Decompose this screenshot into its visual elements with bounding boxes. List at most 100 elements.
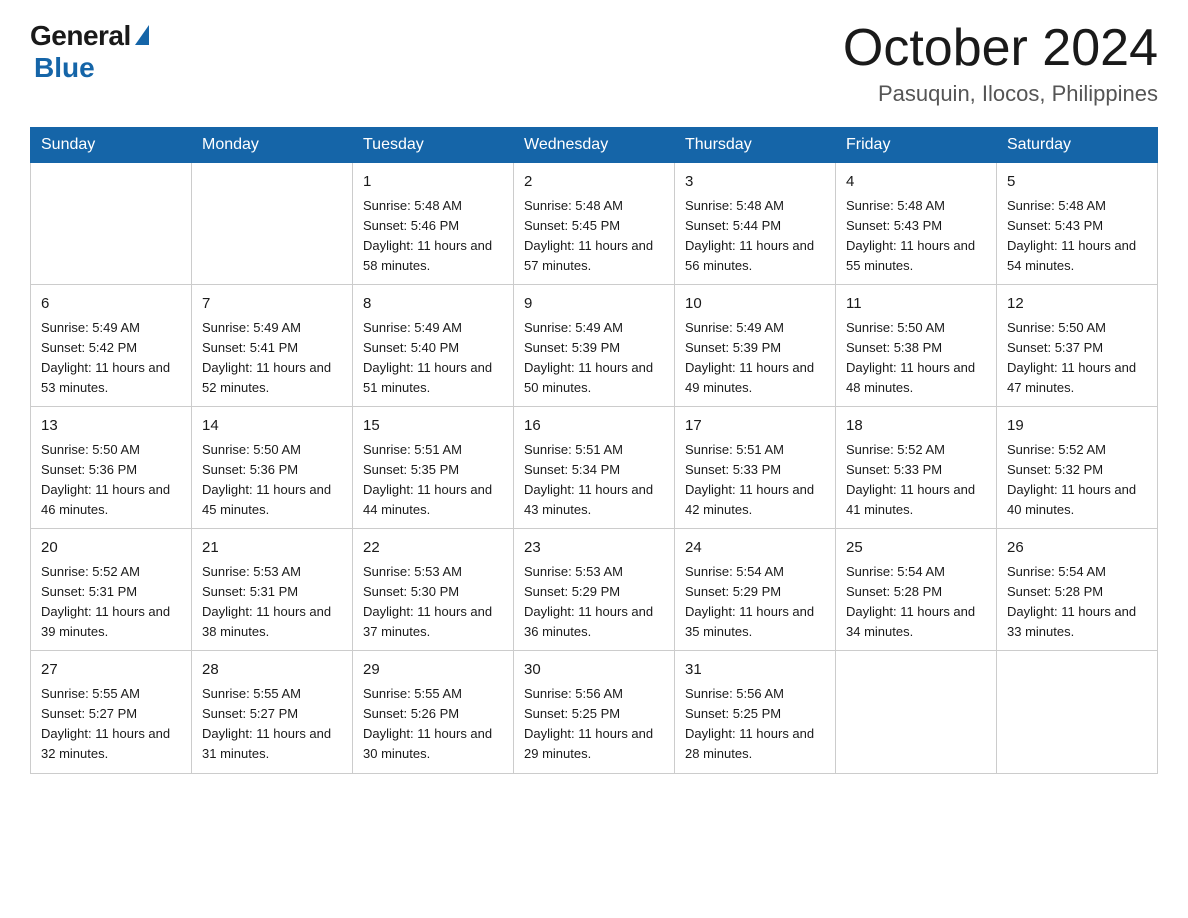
column-header-thursday: Thursday: [675, 128, 836, 163]
calendar-cell: 20 Sunrise: 5:52 AMSunset: 5:31 PMDayligh…: [31, 529, 192, 651]
column-header-saturday: Saturday: [997, 128, 1158, 163]
calendar-cell: 24 Sunrise: 5:54 AMSunset: 5:29 PMDayligh…: [675, 529, 836, 651]
day-number: 17: [685, 415, 825, 438]
calendar-week-row: 6 Sunrise: 5:49 AMSunset: 5:42 PMDaylight…: [31, 285, 1158, 407]
day-info: Sunrise: 5:49 AMSunset: 5:39 PMDaylight:…: [524, 320, 653, 395]
day-number: 7: [202, 293, 342, 316]
day-number: 13: [41, 415, 181, 438]
calendar-cell: 16Sunrise: 5:51 AMSunset: 5:34 PMDayligh…: [514, 407, 675, 529]
calendar-cell: 3 Sunrise: 5:48 AMSunset: 5:44 PMDaylight…: [675, 163, 836, 285]
day-number: 23: [524, 537, 664, 560]
calendar-cell: 26Sunrise: 5:54 AMSunset: 5:28 PMDayligh…: [997, 529, 1158, 651]
day-number: 29: [363, 659, 503, 682]
calendar-cell: 23 Sunrise: 5:53 AMSunset: 5:29 PMDayligh…: [514, 529, 675, 651]
day-info: Sunrise: 5:48 AMSunset: 5:44 PMDaylight:…: [685, 198, 814, 273]
day-number: 28: [202, 659, 342, 682]
calendar-cell: 18 Sunrise: 5:52 AMSunset: 5:33 PMDayligh…: [836, 407, 997, 529]
day-info: Sunrise: 5:50 AMSunset: 5:36 PMDaylight:…: [41, 442, 170, 517]
day-number: 22: [363, 537, 503, 560]
calendar-week-row: 13 Sunrise: 5:50 AMSunset: 5:36 PMDayligh…: [31, 407, 1158, 529]
day-info: Sunrise: 5:52 AMSunset: 5:31 PMDaylight:…: [41, 564, 170, 639]
day-info: Sunrise: 5:48 AMSunset: 5:45 PMDaylight:…: [524, 198, 653, 273]
column-header-wednesday: Wednesday: [514, 128, 675, 163]
calendar-cell: 1 Sunrise: 5:48 AMSunset: 5:46 PMDaylight…: [353, 163, 514, 285]
column-header-friday: Friday: [836, 128, 997, 163]
calendar-header-row: SundayMondayTuesdayWednesdayThursdayFrid…: [31, 128, 1158, 163]
day-number: 21: [202, 537, 342, 560]
calendar-cell: 15Sunrise: 5:51 AMSunset: 5:35 PMDayligh…: [353, 407, 514, 529]
day-info: Sunrise: 5:49 AMSunset: 5:42 PMDaylight:…: [41, 320, 170, 395]
calendar-cell: 9 Sunrise: 5:49 AMSunset: 5:39 PMDaylight…: [514, 285, 675, 407]
page-header: General Blue October 2024 Pasuquin, Iloc…: [30, 20, 1158, 107]
day-info: Sunrise: 5:49 AMSunset: 5:39 PMDaylight:…: [685, 320, 814, 395]
calendar-cell: 8 Sunrise: 5:49 AMSunset: 5:40 PMDaylight…: [353, 285, 514, 407]
title-block: October 2024 Pasuquin, Ilocos, Philippin…: [843, 20, 1158, 107]
day-number: 30: [524, 659, 664, 682]
day-number: 15: [363, 415, 503, 438]
day-info: Sunrise: 5:55 AMSunset: 5:27 PMDaylight:…: [41, 686, 170, 761]
day-info: Sunrise: 5:52 AMSunset: 5:33 PMDaylight:…: [846, 442, 975, 517]
calendar-cell: 5Sunrise: 5:48 AMSunset: 5:43 PMDaylight…: [997, 163, 1158, 285]
calendar-cell: 6 Sunrise: 5:49 AMSunset: 5:42 PMDaylight…: [31, 285, 192, 407]
calendar-cell: 14 Sunrise: 5:50 AMSunset: 5:36 PMDayligh…: [192, 407, 353, 529]
day-info: Sunrise: 5:55 AMSunset: 5:27 PMDaylight:…: [202, 686, 331, 761]
day-info: Sunrise: 5:54 AMSunset: 5:29 PMDaylight:…: [685, 564, 814, 639]
day-info: Sunrise: 5:48 AMSunset: 5:43 PMDaylight:…: [846, 198, 975, 273]
day-number: 31: [685, 659, 825, 682]
calendar-cell: 28 Sunrise: 5:55 AMSunset: 5:27 PMDayligh…: [192, 651, 353, 773]
location-title: Pasuquin, Ilocos, Philippines: [843, 81, 1158, 107]
day-number: 11: [846, 293, 986, 316]
day-number: 18: [846, 415, 986, 438]
day-number: 24: [685, 537, 825, 560]
day-info: Sunrise: 5:48 AMSunset: 5:46 PMDaylight:…: [363, 198, 492, 273]
day-number: 27: [41, 659, 181, 682]
day-number: 19: [1007, 415, 1147, 438]
day-number: 12: [1007, 293, 1147, 316]
calendar-cell: 11Sunrise: 5:50 AMSunset: 5:38 PMDayligh…: [836, 285, 997, 407]
day-info: Sunrise: 5:53 AMSunset: 5:29 PMDaylight:…: [524, 564, 653, 639]
day-number: 8: [363, 293, 503, 316]
day-number: 9: [524, 293, 664, 316]
calendar-cell: 13 Sunrise: 5:50 AMSunset: 5:36 PMDayligh…: [31, 407, 192, 529]
day-info: Sunrise: 5:51 AMSunset: 5:33 PMDaylight:…: [685, 442, 814, 517]
day-info: Sunrise: 5:50 AMSunset: 5:37 PMDaylight:…: [1007, 320, 1136, 395]
calendar-week-row: 27 Sunrise: 5:55 AMSunset: 5:27 PMDayligh…: [31, 651, 1158, 773]
day-info: Sunrise: 5:54 AMSunset: 5:28 PMDaylight:…: [1007, 564, 1136, 639]
calendar-cell: 21Sunrise: 5:53 AMSunset: 5:31 PMDayligh…: [192, 529, 353, 651]
calendar-cell: 10Sunrise: 5:49 AMSunset: 5:39 PMDayligh…: [675, 285, 836, 407]
day-number: 20: [41, 537, 181, 560]
day-info: Sunrise: 5:54 AMSunset: 5:28 PMDaylight:…: [846, 564, 975, 639]
calendar-table: SundayMondayTuesdayWednesdayThursdayFrid…: [30, 127, 1158, 773]
calendar-cell: [31, 163, 192, 285]
day-info: Sunrise: 5:48 AMSunset: 5:43 PMDaylight:…: [1007, 198, 1136, 273]
calendar-cell: [192, 163, 353, 285]
logo-triangle-icon: [135, 25, 149, 45]
day-number: 6: [41, 293, 181, 316]
calendar-cell: 22 Sunrise: 5:53 AMSunset: 5:30 PMDayligh…: [353, 529, 514, 651]
day-info: Sunrise: 5:56 AMSunset: 5:25 PMDaylight:…: [524, 686, 653, 761]
calendar-week-row: 1 Sunrise: 5:48 AMSunset: 5:46 PMDaylight…: [31, 163, 1158, 285]
calendar-cell: 30 Sunrise: 5:56 AMSunset: 5:25 PMDayligh…: [514, 651, 675, 773]
day-info: Sunrise: 5:53 AMSunset: 5:30 PMDaylight:…: [363, 564, 492, 639]
logo: General Blue: [30, 20, 149, 84]
day-number: 2: [524, 171, 664, 194]
column-header-sunday: Sunday: [31, 128, 192, 163]
day-number: 3: [685, 171, 825, 194]
calendar-cell: [836, 651, 997, 773]
calendar-cell: 31 Sunrise: 5:56 AMSunset: 5:25 PMDayligh…: [675, 651, 836, 773]
logo-blue-text: Blue: [34, 52, 95, 84]
month-title: October 2024: [843, 20, 1158, 77]
calendar-cell: 12 Sunrise: 5:50 AMSunset: 5:37 PMDayligh…: [997, 285, 1158, 407]
day-info: Sunrise: 5:49 AMSunset: 5:40 PMDaylight:…: [363, 320, 492, 395]
day-number: 1: [363, 171, 503, 194]
day-number: 14: [202, 415, 342, 438]
day-info: Sunrise: 5:50 AMSunset: 5:36 PMDaylight:…: [202, 442, 331, 517]
calendar-cell: 19Sunrise: 5:52 AMSunset: 5:32 PMDayligh…: [997, 407, 1158, 529]
calendar-cell: [997, 651, 1158, 773]
day-number: 4: [846, 171, 986, 194]
calendar-cell: 17 Sunrise: 5:51 AMSunset: 5:33 PMDayligh…: [675, 407, 836, 529]
day-info: Sunrise: 5:56 AMSunset: 5:25 PMDaylight:…: [685, 686, 814, 761]
day-number: 16: [524, 415, 664, 438]
column-header-tuesday: Tuesday: [353, 128, 514, 163]
calendar-cell: 2 Sunrise: 5:48 AMSunset: 5:45 PMDaylight…: [514, 163, 675, 285]
